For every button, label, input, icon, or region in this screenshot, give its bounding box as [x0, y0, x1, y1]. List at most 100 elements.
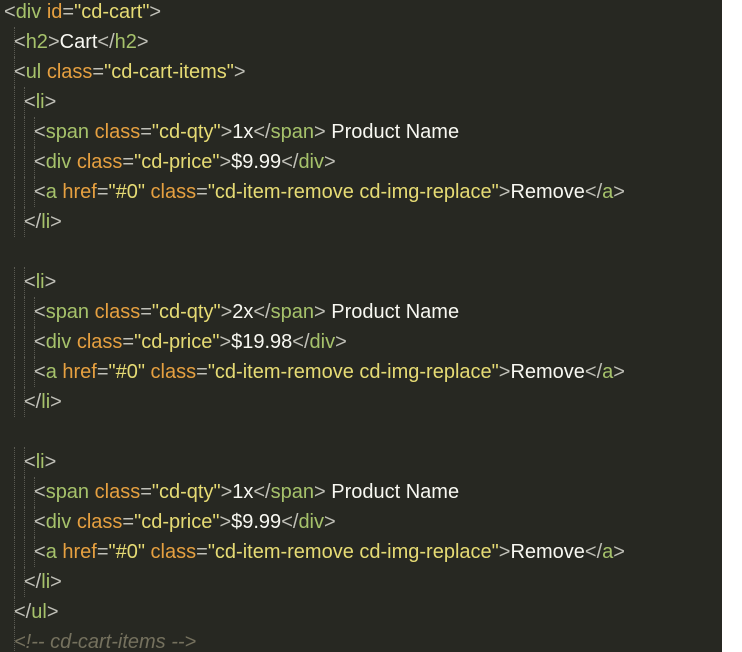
- code-token: >: [46, 601, 59, 623]
- code-line[interactable]: <a href="#0" class="cd-item-remove cd-im…: [0, 357, 722, 387]
- code-token: >: [613, 541, 625, 563]
- code-line[interactable]: <li>: [0, 267, 722, 297]
- code-token: >: [44, 451, 57, 473]
- code-token: <: [34, 481, 46, 503]
- code-line[interactable]: <h2>Cart</h2>: [0, 27, 722, 57]
- code-token: </: [584, 541, 603, 563]
- code-content: </li>: [24, 567, 62, 597]
- code-line[interactable]: <div id="cd-cart">: [0, 0, 722, 27]
- code-token: href: [62, 541, 97, 563]
- code-line[interactable]: </li>: [0, 567, 722, 597]
- code-token: span: [45, 301, 90, 323]
- code-line[interactable]: <span class="cd-qty">1x</span> Product N…: [0, 117, 722, 147]
- code-token: <: [34, 181, 46, 203]
- code-token: li: [35, 451, 45, 473]
- code-content: <div id="cd-cart">: [4, 0, 161, 27]
- code-line[interactable]: </li>: [0, 387, 722, 417]
- code-line[interactable]: [0, 237, 722, 267]
- indent-guide: [24, 537, 26, 567]
- code-content: <li>: [24, 87, 56, 117]
- code-token: <: [34, 301, 46, 323]
- indent-guide: [14, 267, 16, 297]
- code-token: <: [24, 91, 36, 113]
- code-line[interactable]: <li>: [0, 447, 722, 477]
- code-token: >: [136, 31, 149, 53]
- code-token: >: [498, 361, 511, 383]
- code-token: >: [314, 481, 326, 503]
- code-line[interactable]: <a href="#0" class="cd-item-remove cd-im…: [0, 177, 722, 207]
- code-token: >: [324, 151, 336, 173]
- indent-guide: [14, 447, 16, 477]
- code-content: </li>: [24, 207, 62, 237]
- code-content: <span class="cd-qty">2x</span> Product N…: [34, 297, 459, 327]
- code-token: </: [584, 361, 603, 383]
- code-token: </: [281, 151, 299, 173]
- indent-guide: [14, 327, 16, 357]
- code-token: <: [34, 511, 46, 533]
- code-line[interactable]: <span class="cd-qty">1x</span> Product N…: [0, 477, 722, 507]
- code-token: class: [76, 331, 123, 353]
- code-line[interactable]: <ul class="cd-cart-items">: [0, 57, 722, 87]
- code-token: >: [498, 541, 511, 563]
- indent-guide: [14, 207, 16, 237]
- code-token: div: [15, 1, 42, 23]
- code-token: $9.99: [231, 511, 282, 533]
- code-token: ul: [31, 601, 47, 623]
- code-token: li: [41, 211, 51, 233]
- indent-guide: [14, 117, 16, 147]
- code-token: ul: [25, 61, 42, 83]
- code-line[interactable]: <a href="#0" class="cd-item-remove cd-im…: [0, 537, 722, 567]
- code-token: Product Name: [325, 121, 460, 143]
- code-line[interactable]: [0, 417, 722, 447]
- code-token: >: [220, 481, 233, 503]
- code-token: "cd-qty": [151, 481, 221, 503]
- code-token: "cd-item-remove cd-img-replace": [207, 181, 499, 203]
- code-token: span: [270, 301, 314, 323]
- code-token: Remove: [510, 361, 585, 383]
- code-token: <: [34, 151, 46, 173]
- code-token: <: [14, 31, 26, 53]
- code-token: </: [24, 211, 42, 233]
- code-token: >: [613, 181, 625, 203]
- code-content: <!-- cd-cart-items -->: [14, 627, 196, 652]
- code-token: span: [270, 121, 314, 143]
- code-token: div: [298, 151, 325, 173]
- code-editor[interactable]: <div id="cd-cart"> <h2>Cart</h2> <ul class…: [0, 0, 722, 652]
- code-token: a: [602, 361, 614, 383]
- code-content: <span class="cd-qty">1x</span> Product N…: [34, 117, 459, 147]
- code-token: =: [96, 361, 109, 383]
- indent-guide: [24, 147, 26, 177]
- code-line[interactable]: <!-- cd-cart-items -->: [0, 627, 722, 652]
- code-token: h2: [25, 31, 48, 53]
- code-token: div: [298, 511, 325, 533]
- indent-guide: [14, 567, 16, 597]
- code-token: "cd-qty": [151, 301, 221, 323]
- code-token: <: [4, 1, 16, 23]
- code-line[interactable]: </ul>: [0, 597, 722, 627]
- code-token: >: [44, 271, 57, 293]
- code-line[interactable]: <span class="cd-qty">2x</span> Product N…: [0, 297, 722, 327]
- code-token: class: [76, 151, 123, 173]
- code-token: "#0": [108, 361, 145, 383]
- code-line[interactable]: <div class="cd-price">$9.99</div>: [0, 507, 722, 537]
- code-token: class: [150, 181, 197, 203]
- indent-guide: [24, 507, 26, 537]
- code-line[interactable]: <li>: [0, 87, 722, 117]
- code-line[interactable]: <div class="cd-price">$19.98</div>: [0, 327, 722, 357]
- indent-guide: [14, 87, 16, 117]
- code-token: >: [47, 31, 60, 53]
- code-token: class: [94, 481, 141, 503]
- code-line[interactable]: </li>: [0, 207, 722, 237]
- code-token: >: [314, 121, 326, 143]
- code-content: <div class="cd-price">$19.98</div>: [34, 327, 347, 357]
- code-token: Remove: [510, 541, 585, 563]
- code-content: <a href="#0" class="cd-item-remove cd-im…: [34, 177, 625, 207]
- code-token: "cd-item-remove cd-img-replace": [207, 541, 499, 563]
- code-token: $19.98: [231, 331, 293, 353]
- code-token: >: [149, 1, 162, 23]
- code-token: >: [44, 91, 57, 113]
- code-token: class: [94, 121, 141, 143]
- code-token: =: [140, 121, 152, 143]
- code-line[interactable]: <div class="cd-price">$9.99</div>: [0, 147, 722, 177]
- code-token: >: [335, 331, 347, 353]
